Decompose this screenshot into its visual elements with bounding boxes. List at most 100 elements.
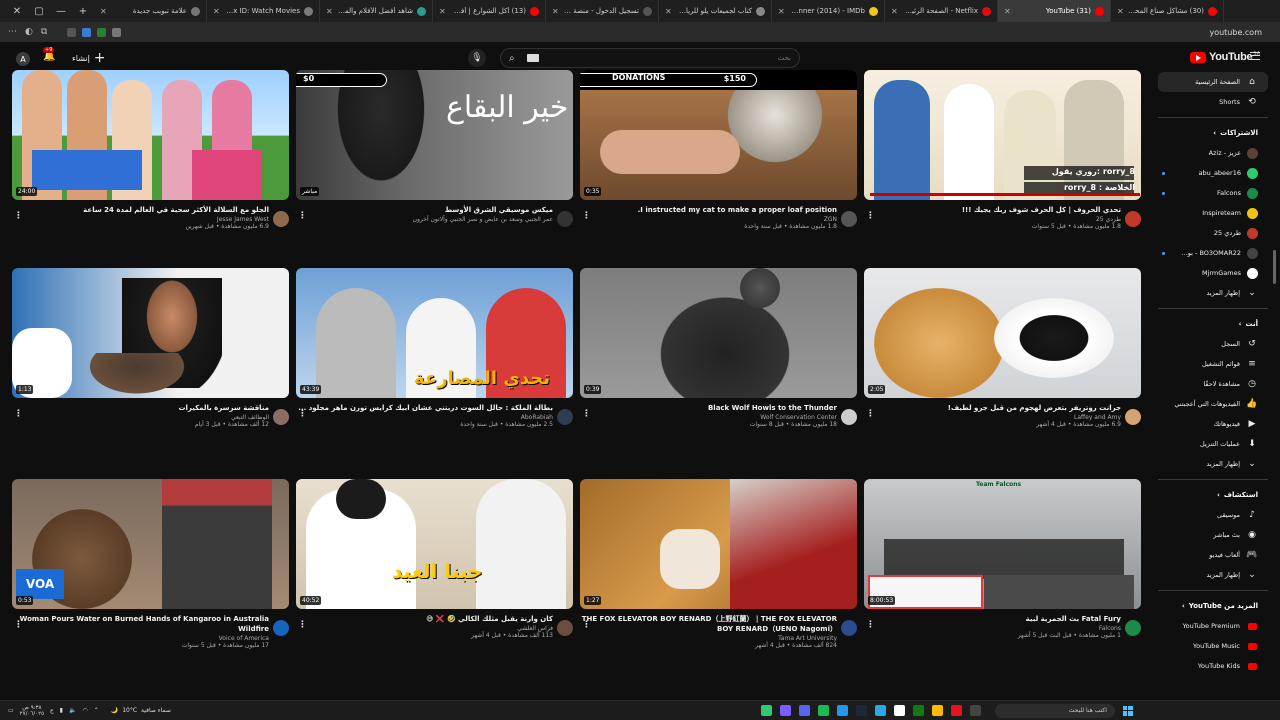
- channel-avatar[interactable]: [1125, 620, 1141, 636]
- more-options-icon[interactable]: ⋮: [866, 620, 875, 630]
- sidebar-item-explore[interactable]: ◉ بث مباشر: [1158, 525, 1268, 545]
- sidebar-section-header[interactable]: استكشاف ›: [1158, 485, 1268, 505]
- extensions-icon[interactable]: ⧉: [41, 27, 47, 37]
- video-thumbnail[interactable]: VOA 0:53: [12, 479, 289, 609]
- sidebar-item-subscription[interactable]: abu_abeer16: [1158, 163, 1268, 183]
- video-card[interactable]: جبنا العيد 40:52 كان وارنة يقبل مثلك الكال…: [296, 479, 573, 662]
- sidebar-section-header[interactable]: أنت ›: [1158, 314, 1268, 334]
- url-field[interactable]: youtube.com: [1209, 28, 1262, 37]
- channel-name[interactable]: ZGN: [580, 216, 837, 223]
- tab-close-icon[interactable]: ✕: [326, 7, 333, 16]
- new-tab-icon[interactable]: +: [72, 2, 94, 20]
- bookmark-star-icon[interactable]: [112, 27, 122, 37]
- scrollbar[interactable]: [1273, 250, 1276, 284]
- channel-avatar[interactable]: [1125, 409, 1141, 425]
- tab-close-icon[interactable]: ✕: [1004, 7, 1011, 16]
- tab-close-icon[interactable]: ✕: [891, 7, 898, 16]
- more-options-icon[interactable]: ⋮: [582, 409, 591, 419]
- wifi-icon[interactable]: ◠: [82, 707, 87, 714]
- close-window-icon[interactable]: ✕: [6, 2, 28, 20]
- search-icon[interactable]: ⌕: [509, 53, 515, 64]
- windows-start-icon[interactable]: [1122, 705, 1133, 716]
- channel-name[interactable]: Laffey and Amy: [864, 414, 1121, 421]
- video-thumbnail[interactable]: 2:05: [864, 268, 1141, 398]
- video-title[interactable]: الجلو مع السلالة الأكثر سحبة في العالم ل…: [12, 205, 269, 215]
- sidebar-section-header[interactable]: المزيد من YouTube ›: [1158, 596, 1268, 616]
- spotify-icon[interactable]: [817, 705, 829, 716]
- extension-icon[interactable]: [82, 27, 92, 37]
- video-title[interactable]: تحدي الحروف | كل الحرف شوف ربك يجيك !!!: [864, 205, 1121, 215]
- volume-icon[interactable]: 🔈: [69, 707, 76, 714]
- video-card[interactable]: Team Falcons 8:00:53 Fatal Fury بث الجمرية…: [864, 479, 1141, 662]
- video-card[interactable]: تحدي المصارعة 43:39 بطالة الملكة : حالل ال…: [296, 268, 573, 451]
- more-options-icon[interactable]: ⋮: [582, 211, 591, 221]
- battery-icon[interactable]: ▮: [60, 707, 63, 714]
- video-thumbnail[interactable]: 0:39: [580, 268, 857, 398]
- notification-center-icon[interactable]: ▭: [8, 707, 14, 714]
- channel-name[interactable]: Falcons: [864, 625, 1121, 632]
- sidebar-item-you[interactable]: ⬇ عمليات التنزيل: [1158, 434, 1268, 454]
- video-thumbnail[interactable]: 24:00: [12, 70, 289, 200]
- sidebar-item-more-youtube[interactable]: YouTube Kids: [1158, 656, 1268, 676]
- video-thumbnail[interactable]: تحدي المصارعة 43:39: [296, 268, 573, 398]
- more-options-icon[interactable]: ⋮: [298, 409, 307, 419]
- video-title[interactable]: ميكس موسيقي الشرق الأوسط: [296, 205, 553, 215]
- keyboard-icon[interactable]: [526, 54, 539, 62]
- channel-name[interactable]: الوظائف التبعي: [12, 414, 269, 421]
- video-card[interactable]: روري يقول: rorry_8 rorry_8 : الخلاصة تحد…: [864, 70, 1141, 253]
- browser-tab[interactable]: ✕ علامة تبويب جديدة: [94, 0, 207, 22]
- video-card[interactable]: خير البقاع $0 مباشر ميكس موسيقي الشرق الأو…: [296, 70, 573, 253]
- video-thumbnail[interactable]: خير البقاع $0 مباشر: [296, 70, 573, 200]
- sidebar-item-main[interactable]: ⌂ الصفحة الرئيسية: [1158, 72, 1268, 92]
- video-thumbnail[interactable]: جبنا العيد 40:52: [296, 479, 573, 609]
- video-title[interactable]: THE FOX ELEVATOR BOY RENARD（上野紅蘭） | THE …: [580, 614, 837, 634]
- channel-name[interactable]: Voice of America: [12, 635, 269, 642]
- taskbar-app-icon[interactable]: [893, 705, 905, 716]
- tab-close-icon[interactable]: ✕: [100, 7, 107, 16]
- sidebar-item-more-youtube[interactable]: YouTube Music: [1158, 636, 1268, 656]
- steam-icon[interactable]: [855, 705, 867, 716]
- language-indicator[interactable]: ع: [50, 707, 54, 714]
- tab-close-icon[interactable]: ✕: [552, 7, 559, 16]
- taskbar-app-icon[interactable]: [760, 705, 772, 716]
- video-card[interactable]: $150 DONATIONS 0:35 I instructed my cat to…: [580, 70, 857, 253]
- file-explorer-icon[interactable]: [931, 705, 943, 716]
- task-view-icon[interactable]: [969, 705, 981, 716]
- channel-avatar[interactable]: [273, 620, 289, 636]
- sidebar-item-you[interactable]: 👍 الفيديوهات التي أعجبتني: [1158, 394, 1268, 414]
- video-title[interactable]: مناقشة سرسرة بالمكيرات: [12, 403, 269, 413]
- browser-tab[interactable]: ✕ Netflix - الصفحة الرئيسية: [885, 0, 998, 22]
- create-button[interactable]: إنشاء +: [72, 50, 106, 66]
- sidebar-item-subscription[interactable]: عزيز - Aziz: [1158, 143, 1268, 163]
- channel-avatar[interactable]: [557, 409, 573, 425]
- discord-icon[interactable]: [798, 705, 810, 716]
- video-card[interactable]: 0:39 Black Wolf Howls to the Thunder Wolf …: [580, 268, 857, 451]
- sidebar-item-you[interactable]: ◷ مشاهدة لاحقًا: [1158, 374, 1268, 394]
- sidebar-item-explore[interactable]: ♪ موسيقى: [1158, 505, 1268, 525]
- tab-close-icon[interactable]: ✕: [439, 7, 446, 16]
- more-options-icon[interactable]: ⋮: [14, 409, 23, 419]
- chrome-icon[interactable]: [950, 705, 962, 716]
- browser-tab[interactable]: ✕شاهد أفضل الأفلام والمسلسلا...: [320, 0, 433, 22]
- tab-close-icon[interactable]: ✕: [1117, 7, 1124, 16]
- taskbar-search[interactable]: اكتب هنا للبحث: [994, 703, 1115, 718]
- account-avatar[interactable]: A: [16, 52, 30, 66]
- video-title[interactable]: جرانت روتريفر بتعرض لهجوم من قبل جرو لطي…: [864, 403, 1121, 413]
- channel-avatar[interactable]: [841, 211, 857, 227]
- video-thumbnail[interactable]: Team Falcons 8:00:53: [864, 479, 1141, 609]
- hamburger-menu-icon[interactable]: [1250, 52, 1260, 60]
- channel-name[interactable]: Jesse James West: [12, 216, 269, 223]
- more-options-icon[interactable]: ⋮: [582, 620, 591, 630]
- clock[interactable]: ٩:٣٨ ص ٢٧/٠٦/٠٢٥: [20, 705, 44, 717]
- notifications-bell-icon[interactable]: 🔔 +9: [43, 47, 57, 65]
- video-title[interactable]: Woman Pours Water on Burned Hands of Kan…: [12, 614, 269, 634]
- extension-icon[interactable]: [97, 27, 107, 37]
- xbox-icon[interactable]: [912, 705, 924, 716]
- video-thumbnail[interactable]: $150 DONATIONS 0:35: [580, 70, 857, 200]
- browser-tab[interactable]: ✕كتاب لجميعات يلو للرياضيات 5...: [659, 0, 772, 22]
- video-thumbnail[interactable]: 1:27: [580, 479, 857, 609]
- tab-close-icon[interactable]: ✕: [778, 7, 785, 16]
- browser-tab[interactable]: ✕ تسجيل الدخول - منصة إثرو التعل...: [546, 0, 659, 22]
- more-options-icon[interactable]: ⋮: [866, 409, 875, 419]
- channel-name[interactable]: عمر الجنبي وسعد بن عايض و نصر الجنبي وآل…: [296, 216, 553, 223]
